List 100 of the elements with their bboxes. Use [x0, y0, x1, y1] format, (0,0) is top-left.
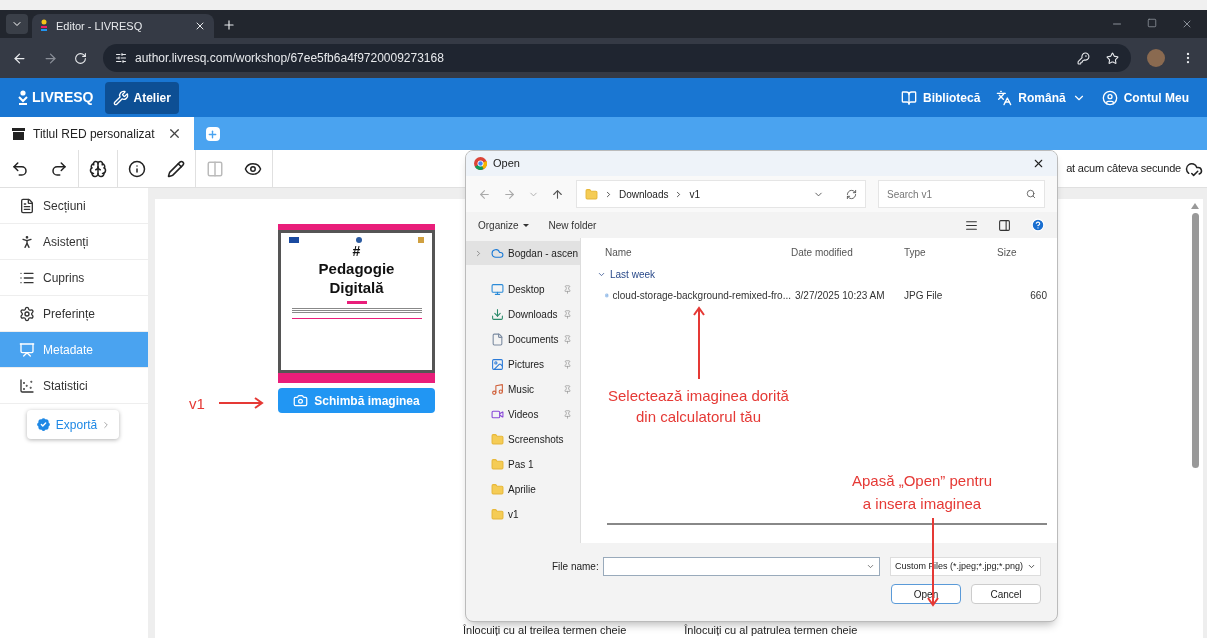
- chevron-down-icon: [1027, 562, 1036, 571]
- navigation-item[interactable]: Pictures: [466, 355, 580, 373]
- back-icon[interactable]: [12, 50, 27, 66]
- path-segment[interactable]: v1: [689, 186, 701, 202]
- chevron-down-icon: [865, 562, 875, 571]
- restore-icon[interactable]: [1147, 18, 1157, 28]
- plus-icon: [207, 128, 219, 140]
- file-type: JPG File: [904, 288, 944, 303]
- column-header[interactable]: Type: [904, 244, 997, 260]
- up-icon[interactable]: [551, 187, 564, 201]
- preview-pane-icon[interactable]: [998, 218, 1011, 232]
- flag-icon: [289, 237, 299, 243]
- export-button[interactable]: Exportă: [27, 410, 119, 439]
- edit-icon: [166, 159, 185, 178]
- search-field[interactable]: Search v1: [878, 180, 1045, 208]
- close-icon[interactable]: [1032, 157, 1045, 170]
- navigation-item[interactable]: Desktop: [466, 280, 580, 298]
- new-folder-button[interactable]: New folder: [548, 217, 597, 233]
- cancel-button[interactable]: Cancel: [971, 584, 1041, 604]
- music-icon: [491, 382, 504, 396]
- desktop-icon: [491, 282, 504, 296]
- sidebar-item[interactable]: Asistenți: [0, 224, 148, 260]
- column-header[interactable]: Size: [997, 244, 1017, 260]
- cover-logo-icon: [346, 301, 367, 304]
- sidebar-item[interactable]: Secțiuni: [0, 188, 148, 224]
- wrench-icon: [113, 89, 130, 106]
- close-window-icon[interactable]: [1181, 18, 1193, 30]
- sections-icon: [19, 197, 35, 214]
- navigation-item[interactable]: Music: [466, 380, 580, 398]
- file-name-label: File name:: [552, 560, 599, 574]
- browser-tab[interactable]: Editor - LIVRESQ: [32, 14, 214, 38]
- view-options-icon[interactable]: [965, 218, 978, 232]
- breadcrumb-bar[interactable]: Downloads v1: [576, 180, 866, 208]
- key-icon[interactable]: [1077, 51, 1090, 65]
- close-tab-icon[interactable]: [194, 20, 206, 32]
- annotation-label: v1: [189, 394, 205, 414]
- file-row[interactable]: cloud-storage-background-remixed-fro... 3/27/2025 10:23 AM JPG File 660: [597, 282, 1057, 308]
- cover-hash: #: [352, 243, 361, 259]
- new-tab-icon[interactable]: [222, 18, 236, 32]
- navigation-item[interactable]: Documents: [466, 330, 580, 348]
- address-bar[interactable]: author.livresq.com/workshop/67ee5fb6a4f9720009273168: [103, 44, 1131, 72]
- header-link[interactable]: Bibliotecă: [900, 88, 981, 107]
- bookmark-star-icon[interactable]: [1106, 51, 1119, 65]
- navigation-item[interactable]: Downloads: [466, 305, 580, 323]
- folder-icon: [491, 432, 504, 446]
- navigation-item[interactable]: Bogdan - ascen: [466, 241, 580, 265]
- dialog-title: Open: [493, 156, 520, 172]
- search-icon: [1026, 189, 1036, 199]
- column-header[interactable]: Date modified: [791, 244, 904, 260]
- info-icon: [128, 159, 146, 178]
- dropdown-triangle-icon: [522, 223, 529, 227]
- documents-icon: [491, 332, 504, 346]
- preferences-icon: [19, 305, 35, 322]
- logo[interactable]: LIVRESQ: [18, 87, 94, 108]
- sidebar-item[interactable]: Statistici: [0, 368, 148, 404]
- assistant-icon: [89, 159, 107, 178]
- browser-logo-icon: [474, 157, 487, 170]
- folder-icon: [491, 457, 504, 471]
- navigation-item[interactable]: Pas 1: [466, 455, 580, 473]
- site-settings-icon[interactable]: [115, 52, 127, 64]
- badge-check-icon: [34, 416, 52, 433]
- navigation-item[interactable]: v1: [466, 505, 580, 523]
- favicon-icon: [40, 19, 48, 33]
- folder-icon: [491, 507, 504, 521]
- refresh-icon[interactable]: [846, 188, 857, 200]
- metadata-icon: [19, 341, 35, 358]
- tab-list-button[interactable]: [6, 14, 28, 34]
- horizontal-scrollbar[interactable]: [607, 523, 1047, 525]
- navigation-item[interactable]: Aprilie: [466, 480, 580, 498]
- file-name-field[interactable]: [602, 557, 880, 576]
- organize-menu[interactable]: Organize: [478, 217, 529, 233]
- keyword-field[interactable]: Înlocuiți cu al treilea termen cheie: [463, 624, 627, 637]
- forward-icon[interactable]: [43, 50, 58, 66]
- add-tab-button[interactable]: [205, 127, 220, 141]
- column-header[interactable]: Name: [597, 244, 791, 260]
- sidebar-item[interactable]: Cuprins: [0, 260, 148, 296]
- book-icon: [900, 89, 917, 106]
- group-header[interactable]: Last week: [597, 266, 1057, 282]
- redo-icon: [49, 159, 68, 178]
- folder-icon: [491, 482, 504, 496]
- navigation-item[interactable]: Screenshots: [466, 430, 580, 448]
- camera-icon: [293, 393, 309, 408]
- save-status: at acum câteva secunde: [1066, 161, 1181, 177]
- header-link[interactable]: Contul Meu: [1101, 88, 1189, 107]
- workshop-button[interactable]: Atelier: [105, 81, 179, 114]
- archive-icon: [12, 127, 25, 140]
- pictures-icon: [491, 357, 504, 371]
- path-segment[interactable]: Downloads: [619, 186, 669, 202]
- language-select[interactable]: Română: [996, 88, 1086, 107]
- navigation-item[interactable]: Videos: [466, 405, 580, 423]
- file-name: cloud-storage-background-remixed-fro...: [612, 288, 791, 303]
- help-icon[interactable]: [1031, 218, 1045, 232]
- annotation-arrow: [218, 397, 264, 409]
- downloads-icon: [491, 307, 504, 321]
- document-tab[interactable]: Titlul RED personalizat: [0, 117, 194, 150]
- keyword-field[interactable]: Înlocuiți cu al patrulea termen cheie: [684, 624, 858, 637]
- statistics-icon: [19, 377, 35, 394]
- assistants-icon: [19, 233, 35, 250]
- cloud-icon: [491, 246, 504, 260]
- reload-icon[interactable]: [74, 51, 87, 65]
